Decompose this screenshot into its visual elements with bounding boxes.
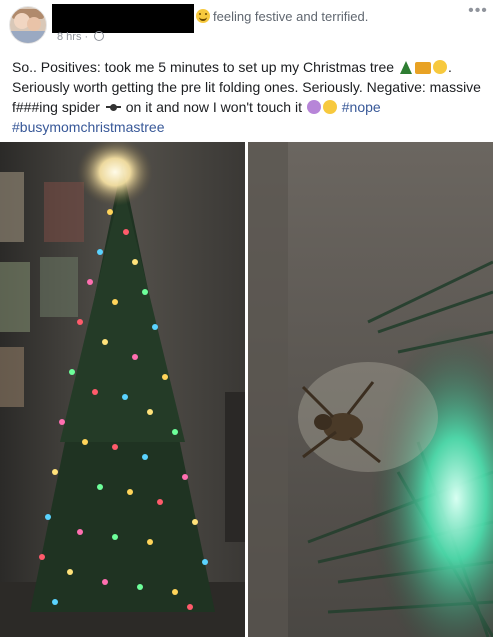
christmas-tree-icon: [399, 61, 412, 74]
post-line-3a: f###ing spider: [12, 99, 100, 115]
hashtag-nope-link[interactable]: #nope: [342, 99, 381, 115]
post-line-2: Seriously worth getting the pre lit fold…: [12, 79, 481, 95]
christmas-tree-photo[interactable]: [0, 142, 245, 637]
photo-grid: [0, 142, 493, 637]
avatar-face-right: [27, 17, 41, 31]
feeling-status: feeling festive and terrified.: [196, 9, 368, 24]
facebook-post: feeling festive and terrified. 8 hrs · •…: [0, 0, 493, 637]
post-header: feeling festive and terrified. 8 hrs · •…: [0, 0, 493, 48]
hashtag-busymom-link[interactable]: #busymomchristmastree: [12, 119, 165, 135]
post-line-1: So.. Positives: took me 5 minutes to set…: [12, 59, 395, 75]
redacted-name-bar: [52, 4, 194, 33]
post-line-3b: on it and now I won't touch it: [125, 99, 302, 115]
globe-icon: [94, 31, 105, 41]
feeling-text: feeling festive and terrified.: [213, 9, 369, 24]
profile-avatar[interactable]: [9, 6, 47, 44]
crown-icon: [414, 62, 431, 74]
smiling-face-icon: [196, 9, 210, 23]
timestamp-text: 8 hrs: [57, 31, 82, 43]
flushed-face-icon: [432, 60, 447, 74]
purple-face-icon: [306, 100, 321, 114]
tired-face-icon: [322, 100, 337, 114]
tree-photo-svg: [0, 142, 245, 637]
spider-closeup-photo[interactable]: [248, 142, 493, 637]
spider-photo-svg: [248, 142, 493, 637]
post-text: So.. Positives: took me 5 minutes to set…: [12, 59, 481, 135]
post-timestamp[interactable]: 8 hrs ·: [57, 31, 105, 43]
avatar-shirt: [10, 31, 46, 43]
dot-separator: ·: [81, 31, 92, 43]
more-options-button[interactable]: •••: [466, 3, 490, 22]
spider-icon: [105, 100, 121, 114]
